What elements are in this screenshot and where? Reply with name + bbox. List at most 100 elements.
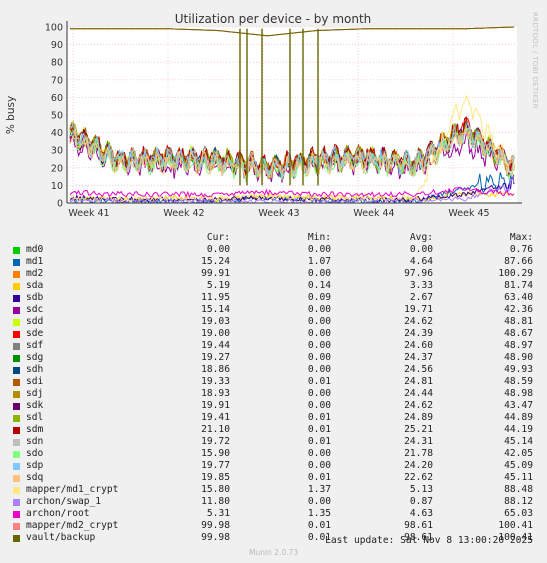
chart-title: Utilization per device - by month (175, 12, 372, 26)
legend-name: mapper/md1_crypt (26, 484, 119, 495)
y-tick-label: 60 (51, 93, 63, 104)
legend-name: sdl (26, 412, 44, 423)
legend-swatch (13, 295, 20, 302)
legend-row: sdm 21.10 0.01 25.21 44.19 (0, 424, 547, 436)
legend-max: 81.74 (504, 280, 533, 291)
legend-row: sdf 19.44 0.00 24.60 48.97 (0, 340, 547, 352)
legend-cur: 99.91 (201, 268, 230, 279)
legend-cur: 18.86 (201, 364, 230, 375)
legend-max: 49.93 (504, 364, 533, 375)
legend-row: md1 15.24 1.07 4.64 87.66 (0, 256, 547, 268)
legend-swatch (13, 523, 20, 530)
legend-row: sdb 11.95 0.09 2.67 63.40 (0, 292, 547, 304)
legend-row: sdn 19.72 0.01 24.31 45.14 (0, 436, 547, 448)
legend-min: 0.00 (307, 328, 331, 339)
legend-max: 87.66 (504, 256, 533, 267)
legend-name: sdh (26, 364, 44, 375)
legend-avg: 4.63 (409, 508, 433, 519)
legend-min: 0.00 (307, 340, 331, 351)
legend-cur: 18.93 (201, 388, 230, 399)
legend-max: 44.89 (504, 412, 533, 423)
legend-row: sdc 15.14 0.00 19.71 42.36 (0, 304, 547, 316)
legend-avg: 98.61 (404, 520, 433, 531)
legend-cur: 15.80 (201, 484, 230, 495)
legend-header: Cur: Min: Avg: Max: (0, 232, 547, 244)
legend-min: 1.35 (307, 508, 331, 519)
legend-avg: 24.62 (404, 400, 433, 411)
y-tick-label: 50 (51, 111, 63, 122)
legend-max: 48.98 (504, 388, 533, 399)
legend-row: sda 5.19 0.14 3.33 81.74 (0, 280, 547, 292)
legend-swatch (13, 391, 20, 398)
legend-name: sdc (26, 304, 44, 315)
legend-name: sdm (26, 424, 44, 435)
legend-swatch (13, 331, 20, 338)
legend-avg: 24.31 (404, 436, 433, 447)
legend-max: 42.05 (504, 448, 533, 459)
legend-cur: 99.98 (201, 532, 230, 543)
legend-max: 100.29 (498, 268, 533, 279)
legend-min: 1.37 (307, 484, 331, 495)
legend-min: 0.00 (307, 304, 331, 315)
legend-max: 48.59 (504, 376, 533, 387)
legend-swatch (13, 367, 20, 374)
legend-row: archon/root 5.31 1.35 4.63 65.03 (0, 508, 547, 520)
legend-min: 0.00 (307, 244, 331, 255)
legend-swatch (13, 355, 20, 362)
legend-swatch (13, 283, 20, 290)
legend-row: mapper/md1_crypt 15.80 1.37 5.13 88.48 (0, 484, 547, 496)
legend-min: 0.01 (307, 412, 331, 423)
legend-swatch (13, 499, 20, 506)
legend-swatch (13, 535, 20, 542)
legend-swatch (13, 343, 20, 350)
legend-avg: 24.60 (404, 340, 433, 351)
legend-min: 0.01 (307, 424, 331, 435)
legend-row: sdk 19.91 0.00 24.62 43.47 (0, 400, 547, 412)
legend-min: 0.00 (307, 388, 331, 399)
x-tick-label: Week 43 (258, 208, 299, 219)
legend-swatch (13, 259, 20, 266)
legend-avg: 24.89 (404, 412, 433, 423)
legend-swatch (13, 403, 20, 410)
legend-max: 48.97 (504, 340, 533, 351)
legend-avg: 3.33 (409, 280, 433, 291)
legend-name: sdg (26, 352, 44, 363)
x-tick-label: Week 42 (163, 208, 204, 219)
legend-avg: 0.00 (409, 244, 433, 255)
y-tick-label: 30 (51, 146, 63, 157)
legend-name: archon/swap_1 (26, 496, 102, 507)
legend-avg: 0.87 (409, 496, 433, 507)
y-axis-label: % busy (5, 96, 17, 134)
legend-max: 43.47 (504, 400, 533, 411)
legend-name: md2 (26, 268, 44, 279)
legend-swatch (13, 427, 20, 434)
legend-name: md1 (26, 256, 44, 267)
munin-version: Munin 2.0.73 (248, 548, 299, 557)
legend-name: sdo (26, 448, 44, 459)
legend-swatch (13, 307, 20, 314)
legend-cur: 19.00 (201, 328, 230, 339)
legend-row: sdl 19.41 0.01 24.89 44.89 (0, 412, 547, 424)
legend-avg: 25.21 (404, 424, 433, 435)
legend-swatch (13, 415, 20, 422)
legend-name: vault/backup (26, 532, 96, 543)
legend-name: sdf (26, 340, 44, 351)
legend-name: sdn (26, 436, 44, 447)
legend-cur: 19.85 (201, 472, 230, 483)
header-min: Min: (307, 232, 331, 243)
legend-max: 100.41 (498, 520, 533, 531)
legend-cur: 21.10 (201, 424, 230, 435)
legend-swatch (13, 247, 20, 254)
legend-min: 0.00 (307, 448, 331, 459)
legend-max: 65.03 (504, 508, 533, 519)
legend-max: 48.90 (504, 352, 533, 363)
header-cur: Cur: (206, 232, 230, 243)
legend-cur: 15.14 (201, 304, 230, 315)
legend-name: sdq (26, 472, 44, 483)
legend-avg: 24.37 (404, 352, 433, 363)
header-avg: Avg: (409, 232, 433, 243)
legend-cur: 19.44 (201, 340, 230, 351)
legend-max: 48.67 (504, 328, 533, 339)
legend-min: 1.07 (307, 256, 331, 267)
legend-row: sdh 18.86 0.00 24.56 49.93 (0, 364, 547, 376)
